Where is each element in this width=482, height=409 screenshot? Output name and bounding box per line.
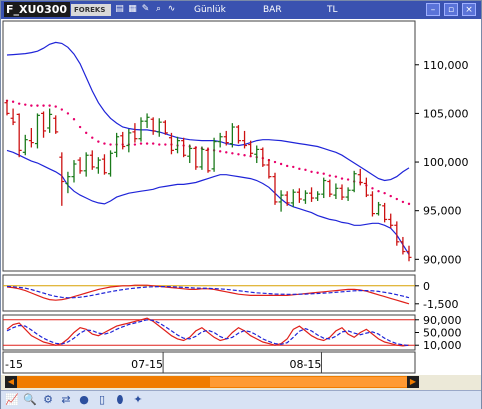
scroll-right-arrow[interactable]: ▶ [407, 376, 419, 388]
database-icon[interactable]: ● [77, 393, 91, 407]
sar-point [78, 125, 82, 129]
chart-line-icon[interactable]: 📈 [5, 393, 19, 407]
sar-point [109, 143, 112, 146]
sar-point [273, 160, 277, 164]
sar-point [285, 164, 289, 168]
symbol-label[interactable]: F_XU0300 [4, 2, 70, 17]
y-tick-label: 95,000 [423, 205, 462, 218]
sar-point [292, 165, 295, 169]
sar-point [151, 142, 155, 145]
sar-point [334, 175, 338, 178]
sar-point [243, 154, 246, 157]
sar-point [328, 174, 332, 177]
brand-logo: FOREKS [71, 4, 111, 16]
y-tick-label: 90,000 [423, 314, 462, 327]
sar-point [11, 100, 15, 103]
sar-point [237, 153, 240, 156]
cylinder-icon[interactable]: ⬮ [113, 393, 127, 407]
restore-button[interactable]: ▫ [444, 3, 458, 16]
sar-point [36, 104, 39, 107]
draw-icon[interactable]: ✎ [140, 4, 151, 15]
sar-point [377, 190, 380, 193]
chart-window: F_XU0300 FOREKS ▤ ▦ ✎ ⌕ ∿ Günlük BAR TL … [0, 0, 482, 409]
sar-point [225, 151, 228, 154]
sar-point [310, 170, 313, 173]
sar-point [389, 194, 392, 198]
close-button[interactable]: × [462, 3, 476, 16]
y-tick-label: 10,000 [423, 339, 462, 352]
sar-point [340, 177, 344, 180]
zoom-icon[interactable]: ⌕ [153, 4, 164, 15]
sar-point [304, 168, 307, 172]
sar-point [54, 105, 57, 108]
sar-point [103, 142, 106, 145]
analyze-icon[interactable]: ∿ [166, 4, 177, 15]
sar-point [97, 140, 100, 143]
sar-point [158, 143, 161, 146]
bottom-toolbar: 📈 🔍 ⚙ ⇄ ● ▯ ⬮ ✦ [1, 390, 481, 409]
sar-point [42, 104, 45, 107]
scroll-thumb[interactable] [210, 377, 410, 387]
compare-icon[interactable]: ⇄ [59, 393, 73, 407]
sar-point [395, 197, 399, 201]
time-scrollbar[interactable]: ◀ ▶ [5, 376, 419, 388]
sar-point [84, 131, 88, 135]
y-tick-label: -1,500 [423, 298, 458, 311]
sar-point [231, 152, 234, 155]
y-tick-label: 110,000 [423, 59, 469, 72]
chart-area[interactable]: 110,000 105,000 100,000 95,000 90,000 0 -1,50… [1, 19, 481, 375]
minimize-button[interactable]: – [426, 3, 440, 16]
wand-icon[interactable]: ✦ [131, 393, 145, 407]
chart-style-label[interactable]: BAR [263, 3, 282, 17]
sar-point [407, 202, 411, 206]
sar-point [60, 108, 64, 111]
y-tick-label: 105,000 [423, 107, 469, 120]
x-axis: -15 07-15 08-15 [2, 351, 416, 374]
sar-point [48, 104, 51, 107]
sar-point [91, 136, 94, 139]
x-tick-label: 07-15 [131, 358, 163, 371]
sar-point [371, 187, 374, 190]
sar-point [279, 162, 283, 166]
currency-label[interactable]: TL [327, 3, 338, 17]
scroll-left-arrow[interactable]: ◀ [5, 376, 17, 388]
sar-point [322, 172, 325, 175]
sar-point [139, 142, 143, 145]
y-tick-label: 90,000 [423, 253, 462, 266]
sar-point [316, 171, 319, 174]
zoom-icon[interactable]: 🔍 [23, 393, 37, 407]
y-tick-label: 50,000 [423, 327, 462, 340]
sar-point [66, 112, 70, 115]
sar-point [72, 118, 76, 121]
chart-icon[interactable]: ▤ [114, 4, 125, 15]
sar-point [164, 143, 167, 146]
title-bar: F_XU0300 FOREKS ▤ ▦ ✎ ⌕ ∿ Günlük BAR TL … [1, 1, 481, 19]
sar-point [383, 191, 386, 195]
x-tick-label: -15 [5, 358, 23, 371]
sar-point [133, 143, 137, 146]
sar-point [218, 150, 222, 153]
sar-point [30, 104, 33, 107]
grid-icon[interactable]: ▦ [127, 4, 138, 15]
settings-icon[interactable]: ⚙ [41, 393, 55, 407]
x-tick-label: 08-15 [289, 358, 321, 371]
sar-point [145, 142, 149, 145]
sar-point [24, 103, 27, 106]
period-label[interactable]: Günlük [194, 3, 226, 17]
sar-point [346, 178, 350, 181]
sar-point [17, 102, 21, 105]
sar-point [401, 200, 405, 204]
x-axis-frame [2, 351, 416, 374]
y-tick-label: 100,000 [423, 156, 469, 169]
sar-point [298, 167, 301, 171]
y-tick-label: 0 [423, 280, 430, 293]
document-icon[interactable]: ▯ [95, 393, 109, 407]
